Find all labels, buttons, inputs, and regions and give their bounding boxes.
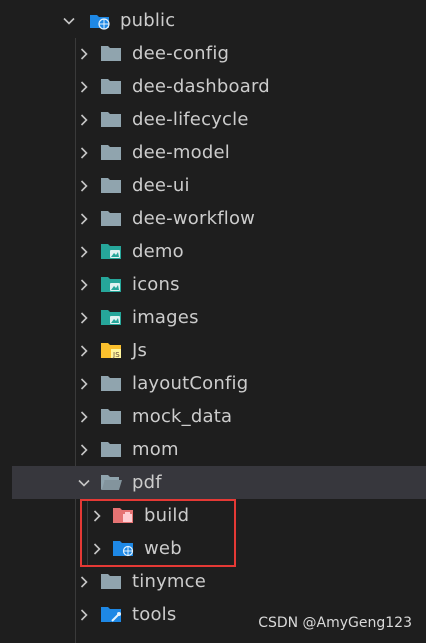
chevron-right-icon — [77, 377, 91, 391]
chevron-right-icon — [77, 410, 91, 424]
chevron-down-icon — [62, 14, 76, 28]
tree-item-label: demo — [132, 241, 184, 262]
folder-images-icon — [100, 275, 122, 293]
folder-icon — [100, 374, 122, 392]
folder-open-icon — [100, 473, 122, 491]
chevron-right-icon — [77, 245, 91, 259]
chevron-right-icon — [77, 47, 91, 61]
tree-item-label: tools — [132, 604, 177, 625]
folder-web-icon — [112, 539, 134, 557]
chevron-right-icon — [77, 179, 91, 193]
watermark-text: CSDN @AmyGeng123 — [258, 615, 412, 631]
tree-item-label: dee-config — [132, 43, 230, 64]
tree-item-tinymce[interactable]: tinymce — [0, 565, 426, 598]
tree-item-mom[interactable]: mom — [0, 433, 426, 466]
tree-item-pdf[interactable]: pdf — [12, 466, 426, 499]
tree-item-demo[interactable]: demo — [0, 235, 426, 268]
tree-item-label: tinymce — [132, 571, 207, 592]
folder-icon — [100, 407, 122, 425]
tree-item-label: Js — [132, 340, 148, 361]
folder-icon — [100, 77, 122, 95]
folder-icon — [100, 176, 122, 194]
folder-tools-icon — [100, 605, 122, 623]
tree-item-label: mock_data — [132, 406, 233, 427]
folder-icon — [100, 44, 122, 62]
folder-public-open-icon — [89, 12, 111, 30]
tree-item-build[interactable]: build — [0, 499, 426, 532]
chevron-right-icon — [77, 608, 91, 622]
chevron-right-icon — [90, 542, 104, 556]
chevron-right-icon — [77, 443, 91, 457]
tree-item-label: dee-model — [132, 142, 230, 163]
tree-item-dee-lifecycle[interactable]: dee-lifecycle — [0, 103, 426, 136]
tree-item-public[interactable]: public — [0, 4, 426, 37]
chevron-right-icon — [90, 509, 104, 523]
tree-item-dee-ui[interactable]: dee-ui — [0, 169, 426, 202]
folder-icon — [100, 143, 122, 161]
tree-item-web[interactable]: web — [0, 532, 426, 565]
tree-item-label: dee-workflow — [132, 208, 256, 229]
chevron-right-icon — [77, 212, 91, 226]
tree-item-label: images — [132, 307, 199, 328]
chevron-right-icon — [77, 146, 91, 160]
chevron-right-icon — [77, 113, 91, 127]
chevron-right-icon — [77, 344, 91, 358]
folder-images-icon — [100, 242, 122, 260]
chevron-right-icon — [77, 278, 91, 292]
tree-item-js[interactable]: JS Js — [0, 334, 426, 367]
tree-item-label: web — [144, 538, 182, 559]
tree-item-label: public — [120, 10, 176, 31]
chevron-down-icon — [77, 476, 91, 490]
svg-text:JS: JS — [112, 351, 120, 359]
tree-item-icons[interactable]: icons — [0, 268, 426, 301]
tree-item-images[interactable]: images — [0, 301, 426, 334]
tree-item-dee-config[interactable]: dee-config — [0, 37, 426, 70]
tree-item-label: mom — [132, 439, 179, 460]
tree-item-dee-dashboard[interactable]: dee-dashboard — [0, 70, 426, 103]
folder-javascript-icon: JS — [100, 341, 122, 359]
tree-item-label: pdf — [132, 472, 162, 493]
tree-item-label: layoutConfig — [132, 373, 249, 394]
tree-item-label: build — [144, 505, 190, 526]
folder-icon — [100, 209, 122, 227]
tree-item-mock-data[interactable]: mock_data — [0, 400, 426, 433]
chevron-right-icon — [77, 575, 91, 589]
tree-item-label: dee-dashboard — [132, 76, 270, 97]
file-explorer-tree: public dee-config dee-dashboard dee-lifecy… — [0, 0, 426, 643]
tree-item-label: icons — [132, 274, 180, 295]
tree-item-dee-workflow[interactable]: dee-workflow — [0, 202, 426, 235]
folder-icon — [100, 440, 122, 458]
folder-images-icon — [100, 308, 122, 326]
folder-icon — [100, 110, 122, 128]
folder-icon — [100, 572, 122, 590]
chevron-right-icon — [77, 311, 91, 325]
tree-item-label: dee-lifecycle — [132, 109, 249, 130]
tree-item-label: dee-ui — [132, 175, 190, 196]
chevron-right-icon — [77, 80, 91, 94]
tree-item-layoutconfig[interactable]: layoutConfig — [0, 367, 426, 400]
folder-build-icon — [112, 506, 134, 524]
tree-item-dee-model[interactable]: dee-model — [0, 136, 426, 169]
